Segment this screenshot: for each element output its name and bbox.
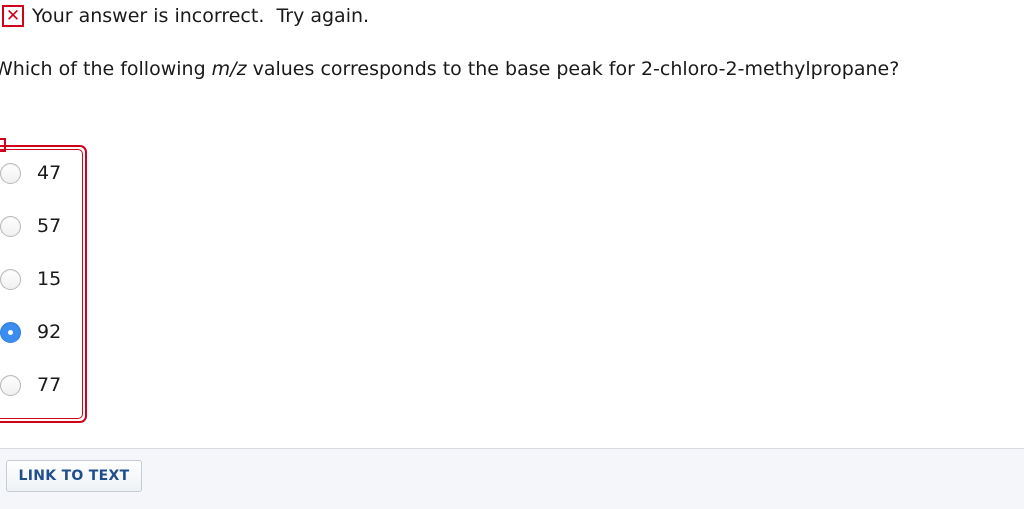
feedback-message: ✕ Your answer is incorrect. Try again. <box>0 2 369 30</box>
answer-option[interactable]: 92 <box>0 318 61 346</box>
radio-button-option-5[interactable] <box>0 374 21 396</box>
radio-button-option-1[interactable] <box>0 162 21 184</box>
answer-option[interactable]: 77 <box>0 371 61 399</box>
footer-bar: LINK TO TEXT <box>0 448 1024 509</box>
question-page: ✕ Your answer is incorrect. Try again. W… <box>0 0 1024 509</box>
radio-button-option-3[interactable] <box>0 268 21 290</box>
feedback-text: Your answer is incorrect. Try again. <box>32 5 370 27</box>
answer-options-group: 47 57 15 92 77 <box>0 145 87 423</box>
option-label: 15 <box>37 268 62 290</box>
x-mark-icon: ✕ <box>2 5 24 27</box>
answer-option[interactable]: 47 <box>0 159 61 187</box>
option-label: 77 <box>37 374 62 396</box>
radio-button-option-4[interactable] <box>0 321 21 343</box>
option-label: 47 <box>37 162 62 184</box>
question-prefix: Which of the following <box>0 58 212 80</box>
answer-option[interactable]: 15 <box>0 265 61 293</box>
answer-option[interactable]: 57 <box>0 212 61 240</box>
question-suffix: values corresponds to the base peak for … <box>246 58 900 80</box>
option-label: 57 <box>37 215 62 237</box>
option-label: 92 <box>37 321 62 343</box>
radio-button-option-2[interactable] <box>0 215 21 237</box>
link-to-text-button[interactable]: LINK TO TEXT <box>6 460 142 492</box>
question-text: Which of the following m/z values corres… <box>0 58 899 80</box>
question-emphasis: m/z <box>211 58 247 80</box>
